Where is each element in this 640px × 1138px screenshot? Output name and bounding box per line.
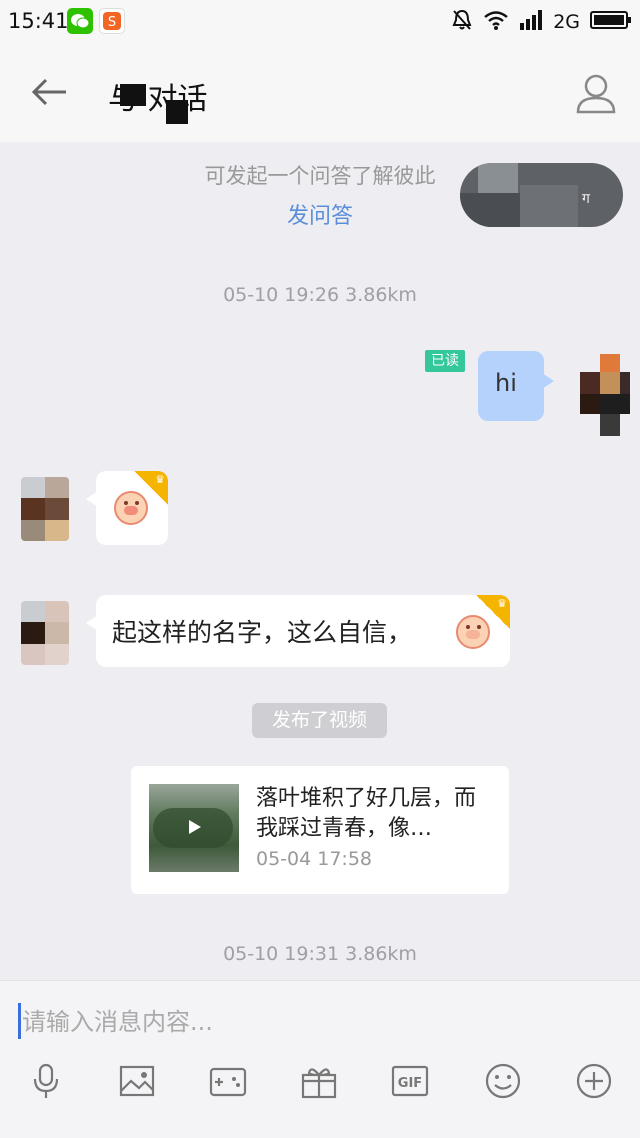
event-label: 发布了视频 [252,703,387,738]
outgoing-message[interactable]: hi [478,351,554,421]
pig-smile-emoji-icon [114,491,148,525]
outgoing-message-text: hi [495,369,517,397]
pig-cover-mouth-emoji-icon [456,615,490,649]
status-time: 15:41 [8,9,69,33]
contact-avatar[interactable] [21,477,69,541]
redaction-block [166,100,188,124]
back-arrow-icon[interactable] [28,74,70,110]
wifi-icon [483,9,509,35]
incoming-message-text: 起这样的名字，这么自信， [112,618,413,647]
profile-icon[interactable] [574,72,618,116]
svg-text:GIF: GIF [398,1076,422,1091]
contact-avatar[interactable] [21,601,69,665]
message-input[interactable] [22,1001,622,1043]
network-label: 2G [553,11,580,33]
timestamp: 05-10 19:26 3.86km [223,284,417,306]
incoming-text-message[interactable]: ♛ 起这样的名字，这么自信， [86,595,510,667]
text-cursor [18,1003,21,1039]
floating-video-card[interactable]: ग [460,163,623,227]
image-icon[interactable] [117,1061,157,1101]
incoming-emoji-message[interactable]: ♛ [86,471,168,545]
signal-icon [519,9,543,35]
status-bar: 15:41 S 2G [0,0,640,44]
play-icon [189,820,201,834]
floating-card-mark: ग [582,191,590,207]
bell-muted-icon [451,8,473,36]
input-bar: GIF [0,980,640,1138]
video-date: 05-04 17:58 [256,848,373,870]
my-avatar[interactable] [580,354,630,436]
read-badge: 已读 [425,350,465,372]
svg-text:S: S [108,15,116,30]
chat-header: 与 对话 [0,44,640,142]
battery-icon [590,10,632,34]
gift-icon[interactable] [299,1061,339,1101]
wechat-icon [67,8,93,34]
video-card[interactable]: 落叶堆积了好几层，而我踩过青春，像… 05-04 17:58 [131,766,509,894]
gif-icon[interactable]: GIF [390,1061,430,1101]
redaction-block [120,84,146,106]
game-icon[interactable] [208,1061,248,1101]
microphone-icon[interactable] [26,1061,66,1101]
plus-icon[interactable] [574,1061,614,1101]
sogou-icon: S [99,8,125,34]
timestamp: 05-10 19:31 3.86km [223,943,417,965]
video-title: 落叶堆积了好几层，而我踩过青春，像… [256,786,477,841]
video-thumbnail [149,784,239,872]
emoji-icon[interactable] [483,1061,523,1101]
